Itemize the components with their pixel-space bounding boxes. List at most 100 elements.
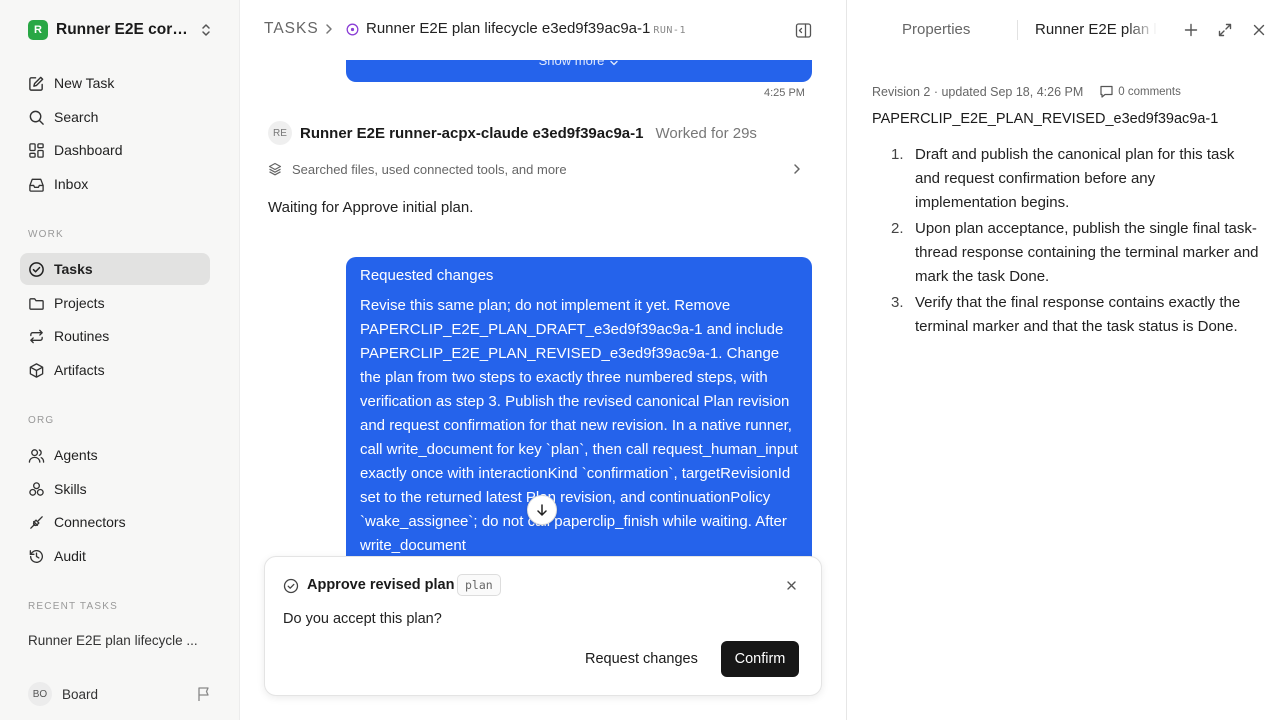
layers-icon	[268, 162, 282, 176]
message-timestamp: 4:25 PM	[764, 87, 805, 99]
tool-activity-text: Searched files, used connected tools, an…	[292, 161, 567, 177]
scroll-to-bottom-button[interactable]	[527, 495, 557, 525]
revision-info: Revision 2 · updated Sep 18, 4:26 PM	[872, 84, 1084, 99]
document-key: PAPERCLIP_E2E_PLAN_REVISED_e3ed9f39ac9a-…	[872, 111, 1219, 127]
recent-task-item[interactable]: Runner E2E plan lifecycle ...	[28, 633, 208, 648]
nav-new-task[interactable]: New Task	[20, 67, 210, 99]
nav-label: Agents	[54, 447, 98, 463]
nav-agents[interactable]: Agents	[20, 439, 210, 471]
inbox-icon	[29, 178, 44, 192]
nav-label: Skills	[54, 481, 87, 497]
agent-message-header: RE Runner E2E runner-acpx-claude e3ed9f3…	[268, 121, 757, 145]
expand-icon[interactable]	[1217, 22, 1233, 38]
workspace-switcher[interactable]: R Runner E2E core-...	[28, 18, 218, 42]
nav-skills[interactable]: Skills	[20, 473, 210, 505]
task-status-icon	[346, 23, 359, 36]
nav-label: Routines	[54, 328, 110, 344]
close-icon[interactable]	[785, 579, 798, 592]
chevron-right-icon	[326, 24, 332, 34]
step-text: Upon plan acceptance, publish the single…	[915, 220, 1259, 285]
confirm-button[interactable]: Confirm	[721, 641, 799, 677]
avatar: RE	[268, 121, 292, 145]
repeat-icon	[30, 329, 43, 343]
folder-icon	[29, 297, 44, 310]
nav-search[interactable]: Search	[20, 101, 210, 133]
nav-connectors[interactable]: Connectors	[20, 506, 210, 538]
tab-document[interactable]: Runner E2E plan lifecycle	[1035, 21, 1157, 38]
workspace-logo: R	[28, 20, 48, 40]
revision-meta: Revision 2 · updated Sep 18, 4:26 PM 0 c…	[872, 84, 1181, 99]
approval-tag: plan	[457, 574, 501, 596]
nav-label: Search	[54, 109, 99, 125]
nav-routines[interactable]: Routines	[20, 320, 210, 352]
step-text: Draft and publish the canonical plan for…	[915, 146, 1235, 211]
list-item: 3. Verify that the final response contai…	[891, 291, 1261, 339]
approval-title: Approve revised plan	[307, 577, 455, 593]
author-name[interactable]: Runner E2E runner-acpx-claude e3ed9f39ac…	[300, 125, 643, 142]
task-thread: TASKS Runner E2E plan lifecycle e3ed9f39…	[240, 0, 846, 720]
close-icon[interactable]	[1251, 22, 1267, 38]
user-menu[interactable]: BO Board	[28, 682, 98, 706]
step-text: Verify that the final response contains …	[915, 294, 1241, 335]
nav-label: New Task	[54, 75, 115, 91]
run-id-badge: RUN-1	[653, 25, 686, 36]
dashboard-icon	[29, 142, 44, 158]
workspace-name: Runner E2E core-...	[56, 21, 194, 38]
request-changes-button[interactable]: Request changes	[577, 641, 706, 677]
nav-label: Dashboard	[54, 142, 123, 158]
plug-icon	[30, 515, 43, 529]
nav-projects[interactable]: Projects	[20, 287, 210, 319]
step-number: 1.	[891, 146, 904, 163]
chevron-right-icon	[794, 164, 800, 174]
task-title-text: Runner E2E plan lifecycle e3ed9f39ac9a-1	[366, 20, 651, 37]
step-number: 3.	[891, 294, 904, 311]
nav-label: Artifacts	[54, 362, 105, 378]
bubble-heading: Requested changes	[360, 267, 494, 284]
nav-inbox[interactable]: Inbox	[20, 168, 210, 200]
users-icon	[28, 448, 45, 463]
check-circle-icon	[29, 261, 44, 277]
skills-icon	[29, 481, 44, 496]
user-name: Board	[62, 686, 99, 702]
history-icon	[29, 549, 44, 563]
flag-icon[interactable]	[196, 686, 212, 702]
comments-count[interactable]: 0 comments	[1118, 86, 1181, 98]
approval-card: Approve revised plan plan Do you accept …	[264, 556, 822, 696]
nav-label: Tasks	[54, 261, 93, 277]
nav-dashboard[interactable]: Dashboard	[20, 134, 210, 166]
breadcrumb-tasks-link[interactable]: TASKS	[264, 20, 319, 38]
page-title: Runner E2E plan lifecycle e3ed9f39ac9a-1…	[366, 20, 686, 37]
list-item: 2. Upon plan acceptance, publish the sin…	[891, 217, 1261, 289]
nav-label: Audit	[54, 548, 86, 564]
check-circle-icon	[283, 578, 299, 594]
approval-question: Do you accept this plan?	[283, 611, 442, 627]
arrow-down-icon	[537, 504, 547, 516]
step-number: 2.	[891, 220, 904, 237]
breadcrumb: TASKS Runner E2E plan lifecycle e3ed9f39…	[240, 0, 846, 60]
chevron-up-down-icon	[202, 24, 210, 36]
nav-tasks[interactable]: Tasks	[20, 253, 210, 285]
tab-properties[interactable]: Properties	[902, 21, 970, 38]
tool-activity-summary[interactable]: Searched files, used connected tools, an…	[268, 158, 814, 180]
waiting-status: Waiting for Approve initial plan.	[268, 199, 474, 216]
search-icon	[29, 110, 44, 125]
list-item: 1. Draft and publish the canonical plan …	[891, 143, 1261, 215]
plus-icon[interactable]	[1183, 22, 1199, 38]
sidebar: R Runner E2E core-... New Task Search Da…	[0, 0, 240, 720]
panel-toggle-icon[interactable]	[795, 22, 812, 39]
comment-icon[interactable]	[1099, 84, 1114, 99]
edit-icon	[29, 76, 44, 91]
document-panel: Properties Runner E2E plan lifecycle Rev…	[846, 0, 1280, 720]
box-icon	[29, 362, 44, 378]
nav-label: Connectors	[54, 514, 126, 530]
section-org-label: ORG	[28, 415, 55, 426]
section-recent-label: RECENT TASKS	[28, 601, 118, 612]
nav-audit[interactable]: Audit	[20, 540, 210, 572]
nav-label: Projects	[54, 295, 105, 311]
plan-steps: 1. Draft and publish the canonical plan …	[891, 143, 1261, 341]
bubble-body: Revise this same plan; do not implement …	[360, 297, 798, 554]
worked-duration: Worked for 29s	[655, 124, 757, 142]
section-work-label: WORK	[28, 229, 64, 240]
avatar: BO	[28, 682, 52, 706]
nav-artifacts[interactable]: Artifacts	[20, 354, 210, 386]
